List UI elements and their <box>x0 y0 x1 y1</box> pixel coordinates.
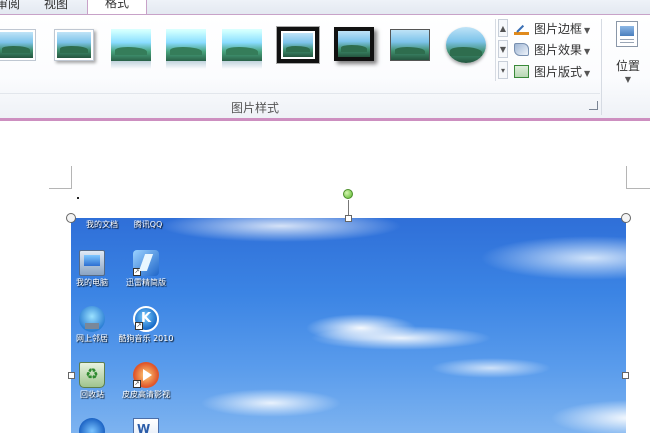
document-page[interactable]: 我的文档 腾讯QQ 我的电脑 ↗ 迅雷精简版 网上邻居 ↗ 酷狗音乐 2010 … <box>0 121 650 433</box>
desktop-icon-word <box>115 418 177 433</box>
picture-layout-label: 图片版式 <box>534 65 583 79</box>
picture-style-option[interactable] <box>166 29 206 69</box>
style-preview-image <box>283 33 313 57</box>
resize-handle-right[interactable] <box>622 372 629 379</box>
picture-style-option[interactable] <box>390 29 430 61</box>
picture-border-button[interactable]: 图片边框 ▼ <box>514 19 590 39</box>
thunder-icon: ↗ <box>133 250 159 276</box>
picture-effects-icon <box>514 43 529 56</box>
margin-corner-mark <box>626 166 650 189</box>
video-player-icon: ↗ <box>133 362 159 388</box>
rotation-handle[interactable] <box>343 189 353 199</box>
resize-handle-top-right[interactable] <box>621 213 631 223</box>
picture-style-option[interactable] <box>0 29 36 61</box>
style-preview-image <box>338 31 370 57</box>
desktop-icon-thunder: ↗ 迅雷精简版 <box>115 250 177 288</box>
picture-effects-label: 图片效果 <box>534 43 583 57</box>
position-button[interactable]: 位置 ▼ <box>606 21 650 91</box>
picture-layout-icon <box>514 65 529 78</box>
desktop-icon-kugou: ↗ 酷狗音乐 2010 <box>115 306 177 344</box>
tab-review[interactable]: 审阅 <box>0 0 20 14</box>
recycle-bin-icon <box>79 362 105 388</box>
style-preview-image <box>222 29 262 61</box>
style-preview-image <box>0 32 33 58</box>
computer-icon <box>79 250 105 276</box>
picture-style-option[interactable] <box>54 29 94 61</box>
ie-icon <box>79 418 105 433</box>
network-icon <box>79 306 105 332</box>
group-separator <box>601 19 602 115</box>
desktop-icon-label: 腾讯QQ <box>133 220 163 229</box>
paragraph-mark <box>77 197 79 199</box>
picture-border-icon <box>514 22 529 35</box>
position-icon <box>616 21 638 47</box>
gallery-more-button[interactable]: ▾ <box>498 61 508 79</box>
picture-effects-button[interactable]: 图片效果 ▼ <box>514 40 590 60</box>
inserted-picture-desktop-screenshot[interactable]: 我的文档 腾讯QQ 我的电脑 ↗ 迅雷精简版 网上邻居 ↗ 酷狗音乐 2010 … <box>71 218 626 433</box>
shortcut-arrow-icon: ↗ <box>133 268 141 276</box>
resize-handle-left[interactable] <box>68 372 75 379</box>
desktop-icon-qq: 腾讯QQ <box>117 218 179 230</box>
group-divider <box>0 93 600 94</box>
margin-corner-mark <box>49 166 72 189</box>
style-preview-image <box>166 29 206 61</box>
chevron-down-icon: ▼ <box>584 69 591 78</box>
picture-style-option[interactable] <box>334 27 374 61</box>
chevron-down-icon: ▼ <box>584 26 591 35</box>
shortcut-arrow-icon: ↗ <box>133 380 141 388</box>
position-label: 位置 <box>615 59 640 73</box>
picture-border-label: 图片边框 <box>534 22 583 36</box>
resize-handle-top[interactable] <box>345 215 352 222</box>
picture-style-gallery <box>0 15 495 85</box>
shortcut-arrow-icon: ↗ <box>135 322 143 330</box>
desktop-icon-label: 酷狗音乐 2010 <box>118 334 174 343</box>
style-preview-image <box>446 27 486 63</box>
gallery-scroll-up-button[interactable]: ▲ <box>498 19 508 37</box>
picture-style-option[interactable] <box>222 29 262 69</box>
desktop-icon-label: 迅雷精简版 <box>126 278 166 287</box>
desktop-icon-label: 皮皮高清影视 <box>122 390 170 399</box>
picture-style-option[interactable] <box>111 29 151 69</box>
tab-view[interactable]: 视图 <box>44 0 68 14</box>
gallery-scroll-down-button[interactable]: ▼ <box>498 40 508 58</box>
style-preview-image <box>391 30 429 60</box>
kugou-icon: ↗ <box>133 306 159 332</box>
picture-styles-group-label: 图片样式 <box>230 101 279 115</box>
picture-style-option[interactable] <box>277 27 319 63</box>
ribbon-tab-strip: 审阅 视图 格式 <box>0 0 650 16</box>
resize-handle-top-left[interactable] <box>66 213 76 223</box>
chevron-down-icon: ▼ <box>584 47 591 56</box>
chevron-down-icon: ▼ <box>624 75 632 84</box>
word-icon <box>133 418 159 433</box>
style-preview-image <box>57 32 91 58</box>
picture-style-option[interactable] <box>446 27 486 63</box>
style-preview-image <box>111 29 151 61</box>
dialog-launcher-icon[interactable] <box>589 101 598 110</box>
desktop-icon-video-player: ↗ 皮皮高清影视 <box>115 362 177 400</box>
ribbon-panel: ▲ ▼ ▾ 图片边框 ▼ 图片效果 ▼ 图片版式 ▼ 位置 ▼ 图片样式 <box>0 14 650 119</box>
picture-layout-button[interactable]: 图片版式 ▼ <box>514 62 590 82</box>
gallery-scroll: ▲ ▼ ▾ <box>495 19 510 81</box>
